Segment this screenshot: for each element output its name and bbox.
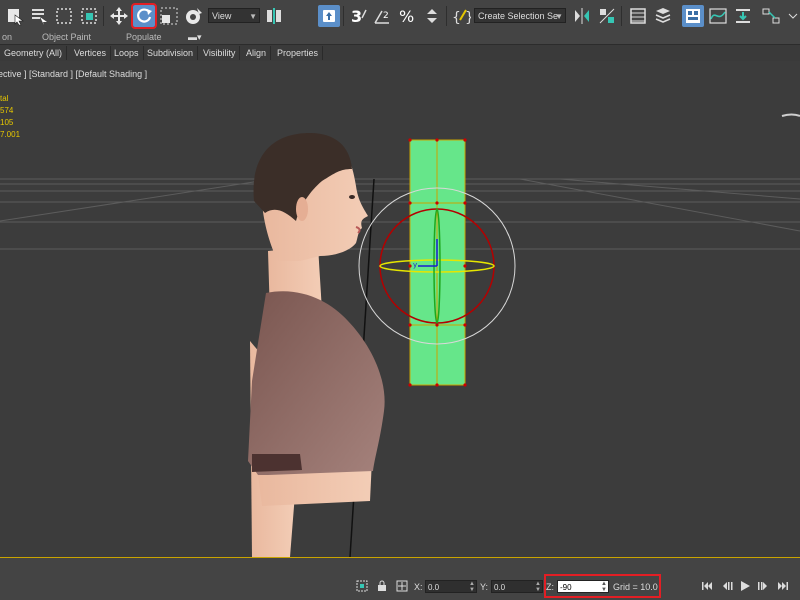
svg-text:3: 3: [351, 7, 362, 26]
place-icon[interactable]: [183, 5, 205, 27]
go-to-start-icon[interactable]: [700, 580, 714, 592]
status-bar: X: 0.0 ▲ ▼ Y: 0.0 ▲ ▼ Z: -90 ▲ ▼ Grid = 10.0: [0, 558, 800, 600]
tab-subdivision[interactable]: Subdivision: [143, 46, 199, 60]
stat-line-2: 574: [0, 106, 14, 115]
character-model[interactable]: [248, 133, 385, 557]
edit-named-selection-icon[interactable]: {}: [450, 5, 472, 27]
z-coordinate-value: -90: [560, 583, 572, 592]
chevron-down-icon[interactable]: [782, 5, 800, 27]
ribbon-options-icon[interactable]: ▬▾: [188, 32, 202, 43]
dope-sheet-icon[interactable]: [732, 5, 754, 27]
align-icon[interactable]: [596, 5, 618, 27]
viewport-scene: y: [0, 113, 800, 557]
go-to-end-icon[interactable]: [776, 580, 790, 592]
x-coordinate-field[interactable]: 0.0 ▲ ▼: [425, 580, 477, 593]
selection-set-dropdown[interactable]: Create Selection Se ▼: [474, 8, 566, 23]
gizmo-axis-label: y: [413, 261, 417, 269]
svg-text:2: 2: [383, 11, 389, 21]
select-manipulate-icon[interactable]: [318, 5, 340, 27]
select-by-name-icon[interactable]: [28, 5, 50, 27]
y-coordinate-value: 0.0: [494, 583, 506, 592]
y-label: Y:: [480, 582, 489, 592]
tab-properties[interactable]: Properties: [273, 46, 324, 60]
stat-line-5: 7.001: [0, 130, 21, 139]
viewport-label[interactable]: ective ] [Standard ] [Default Shading ]: [0, 69, 147, 79]
svg-text:{: {: [452, 10, 461, 26]
ribbon-header-label-3[interactable]: Populate: [126, 32, 162, 42]
perspective-viewport[interactable]: y ective ] [Standard ] [Default Shading …: [0, 61, 800, 558]
stat-line-3: 105: [0, 118, 14, 127]
tab-vertices[interactable]: Vertices: [70, 46, 112, 60]
curve-editor-icon[interactable]: [707, 5, 729, 27]
spinner-icon[interactable]: ▲ ▼: [601, 581, 607, 593]
isolate-selection-icon[interactable]: [356, 580, 368, 592]
reference-coordinate-value: View: [212, 11, 232, 21]
rotate-icon[interactable]: [131, 3, 157, 29]
tab-visibility[interactable]: Visibility: [199, 46, 241, 60]
spinner-icon[interactable]: ▲ ▼: [469, 581, 475, 593]
absolute-mode-icon[interactable]: [396, 580, 408, 592]
snaps-toggle-icon[interactable]: 3: [347, 5, 369, 27]
ribbon-header: on Object Paint Populate ▬▾: [0, 32, 800, 44]
stat-line-1: tal: [0, 94, 9, 103]
angle-snap-icon[interactable]: 2: [371, 5, 393, 27]
region-select-icon[interactable]: [53, 5, 75, 27]
app-window: View▼ 3 2 % {} Create Selection Se▼: [0, 0, 800, 600]
toggle-layers-icon[interactable]: [652, 5, 674, 27]
spinner-snap-icon[interactable]: [421, 5, 443, 27]
svg-text:}: }: [465, 10, 471, 26]
percent-snap-icon[interactable]: %: [396, 5, 418, 27]
tab-geometry-all[interactable]: Geometry (All): [0, 46, 68, 60]
window-crossing-icon[interactable]: [78, 5, 100, 27]
tab-loops[interactable]: Loops: [110, 46, 144, 60]
z-coordinate-field[interactable]: -90 ▲ ▼: [557, 580, 609, 593]
x-coordinate-value: 0.0: [428, 583, 440, 592]
pivot-center-icon[interactable]: [263, 5, 285, 27]
spinner-icon[interactable]: ▲ ▼: [535, 581, 541, 593]
main-toolbar: View▼ 3 2 % {} Create Selection Se▼: [0, 0, 800, 33]
grid-size: Grid = 10.0: [613, 582, 658, 592]
ribbon-header-label-1[interactable]: on: [2, 32, 12, 42]
ribbon-toggle-icon[interactable]: [682, 5, 704, 27]
mirror-icon[interactable]: [571, 5, 593, 27]
schematic-view-icon[interactable]: [760, 5, 782, 27]
previous-frame-icon[interactable]: [720, 580, 734, 592]
svg-text:%: %: [399, 7, 414, 26]
ribbon-tabs: Geometry (All) Vertices Loops Subdivisio…: [0, 44, 800, 62]
play-icon[interactable]: [738, 580, 752, 592]
move-icon[interactable]: [108, 5, 130, 27]
reference-coordinate-dropdown[interactable]: View ▼: [208, 8, 260, 23]
scale-icon[interactable]: [158, 5, 180, 27]
layer-explorer-icon[interactable]: [627, 5, 649, 27]
x-label: X:: [414, 582, 423, 592]
home-grid: [0, 178, 800, 250]
next-frame-icon[interactable]: [756, 580, 770, 592]
viewcube-icon[interactable]: [781, 113, 800, 117]
tab-align[interactable]: Align: [242, 46, 272, 60]
selection-lock-icon[interactable]: [376, 580, 388, 592]
scene-statistics: tal 574 105 7.001: [0, 93, 20, 141]
chevron-down-icon: ▼: [249, 12, 257, 21]
selection-set-value: Create Selection Se: [478, 11, 559, 21]
select-object-icon[interactable]: [4, 5, 26, 27]
y-coordinate-field[interactable]: 0.0 ▲ ▼: [491, 580, 543, 593]
ribbon-header-label-2[interactable]: Object Paint: [42, 32, 91, 42]
z-label: Z:: [546, 582, 554, 592]
chevron-down-icon: ▼: [555, 12, 563, 21]
